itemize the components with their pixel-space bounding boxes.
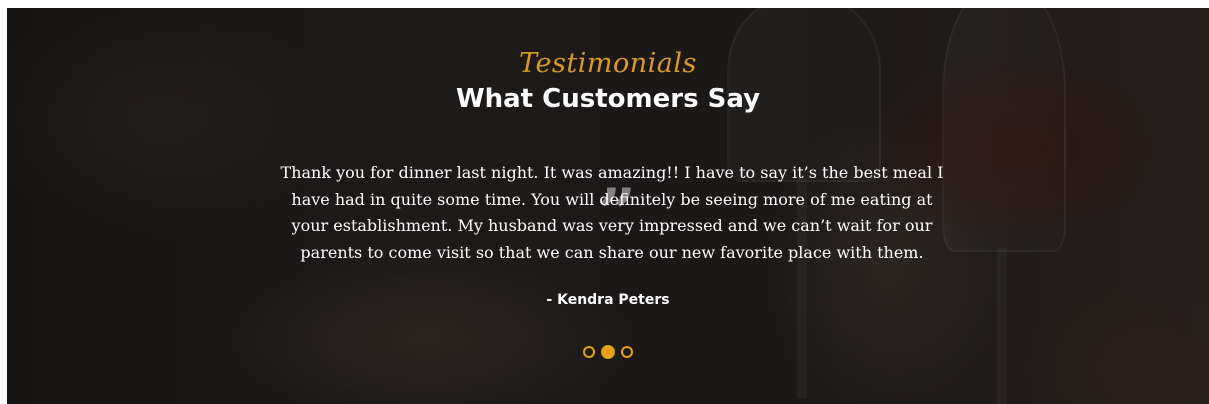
testimonial-quote: Thank you for dinner last night. It was … (280, 163, 944, 262)
slider-dot-2[interactable] (601, 345, 615, 359)
slider-pagination (7, 345, 1209, 359)
testimonial-content: Testimonials What Customers Say ” Thank … (7, 8, 1209, 404)
testimonial-author: - Kendra Peters (546, 292, 670, 308)
testimonials-section: Testimonials What Customers Say ” Thank … (7, 8, 1209, 404)
slider-dot-3[interactable] (621, 346, 633, 358)
section-heading: What Customers Say (455, 84, 761, 114)
slider-dot-1[interactable] (583, 346, 595, 358)
section-eyebrow: Testimonials (519, 48, 697, 79)
